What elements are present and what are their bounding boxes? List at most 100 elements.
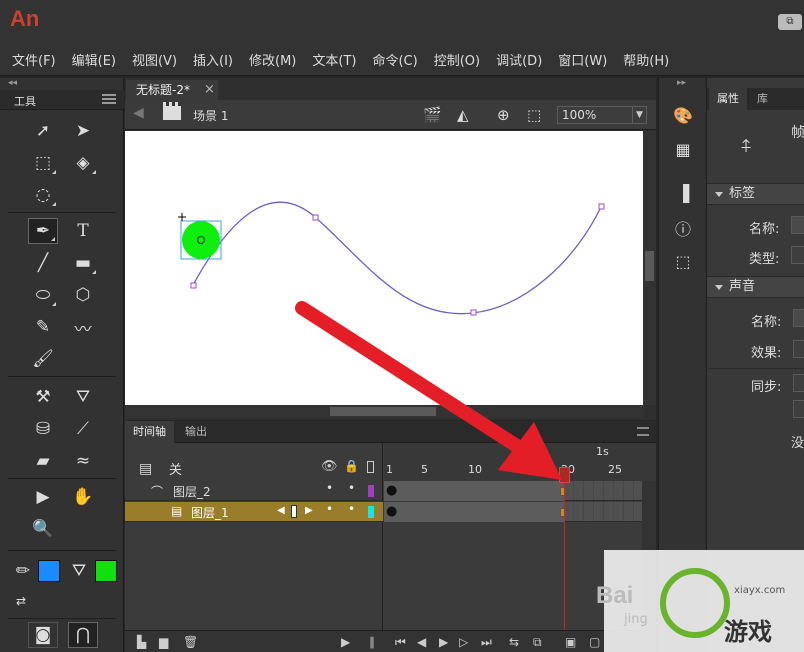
lasso-tool-icon[interactable]: ◌ [28,182,58,208]
camera-icon[interactable]: ▶ [341,635,350,649]
prev-keyframe-icon[interactable]: ◀ [277,505,285,516]
tab-timeline[interactable]: 时间轴 [125,421,174,443]
loop-icon[interactable]: ⇆ [509,635,519,649]
lock-dot[interactable]: • [348,502,355,516]
frames-row[interactable]: ● [384,481,656,501]
bone-tool-icon[interactable]: ⚒ [28,384,58,410]
next-keyframe-icon[interactable]: ▶ [305,505,313,516]
menu-commands[interactable]: 命令(C) [372,50,417,69]
sound-sync-select[interactable] [793,374,804,392]
layer-row[interactable]: ▤ 图层_1 ◀ ▶ • • [125,502,383,522]
zoom-tool-icon[interactable]: 🔍 [28,516,58,542]
pen-tool-icon[interactable]: ✒ [28,218,58,244]
object-drawing-icon[interactable]: ◙ [28,622,58,648]
lock-dot[interactable]: • [348,481,355,495]
first-frame-icon[interactable]: ⏮ [395,635,406,650]
document-tab[interactable]: 无标题-2* × [126,80,218,100]
next-frame-icon[interactable]: ▷ [459,635,468,649]
play-icon[interactable]: ▶ [439,635,448,649]
layer-color-swatch[interactable] [368,506,374,518]
delete-layer-icon[interactable]: 🗑 [183,635,198,649]
menu-view[interactable]: 视图(V) [132,50,177,69]
new-layer-icon[interactable]: ▙ [137,635,146,649]
end-keyframe[interactable] [560,487,566,496]
swap-colors-icon[interactable]: ⇄ [6,588,36,614]
collapse-icon[interactable]: ◂◂ [8,78,17,88]
brush-tool-icon[interactable]: 〰 [68,314,98,340]
ink-bottle-tool-icon[interactable]: ⛁ [28,416,58,442]
polystar-tool-icon[interactable]: ⬡ [68,282,98,308]
horizontal-scrollbar[interactable] [125,405,643,418]
menu-edit[interactable]: 编辑(E) [72,50,116,69]
panel-menu-icon[interactable] [637,427,649,436]
paint-bucket-tool-icon[interactable]: ⛛ [68,384,98,410]
label-name-field[interactable] [791,216,804,234]
tab-library[interactable]: 库 [749,88,776,110]
tab-output[interactable]: 输出 [177,421,215,443]
edit-multiple-frames-icon[interactable]: ▣ [565,635,576,649]
zoom-select[interactable]: 100% ▼ [557,106,647,124]
camera-tool-icon[interactable]: ▶ [28,484,58,510]
color-panel-icon[interactable]: 🎨 [671,104,695,128]
lock-icon[interactable]: 🔒 [344,459,359,473]
menu-modify[interactable]: 修改(M) [249,50,296,69]
oval-tool-icon[interactable]: ⬭ [28,282,58,308]
vertical-scrollbar[interactable] [643,131,656,405]
end-keyframe[interactable] [560,508,566,517]
center-stage-icon[interactable]: ⊕ [497,106,510,124]
paint-brush-tool-icon[interactable]: 🖌 [28,346,58,372]
close-icon[interactable]: × [204,80,215,100]
edit-scene-icon[interactable]: 🎬 [423,106,442,124]
menu-control[interactable]: 控制(O) [434,50,480,69]
outline-icon[interactable] [367,461,374,473]
back-arrow-icon[interactable]: ◀ [133,105,144,121]
menu-text[interactable]: 文本(T) [312,50,356,69]
align-panel-icon[interactable]: ▐ [671,182,695,206]
sound-repeat-select[interactable] [793,400,804,418]
frames-row[interactable]: ● [384,502,656,522]
layer-row[interactable]: ⌒ 图层_2 • • [125,481,383,501]
hand-tool-icon[interactable]: ✋ [68,484,98,510]
frame-span[interactable] [384,481,565,501]
info-panel-icon[interactable]: ⓘ [671,218,695,242]
pencil-tool-icon[interactable]: ✎ [28,314,58,340]
swatches-panel-icon[interactable]: ▦ [671,138,695,162]
visibility-dot[interactable]: • [326,481,333,495]
playhead[interactable] [559,467,570,483]
sound-name-select[interactable] [793,309,804,327]
fill-color-icon[interactable]: ⛛ [64,558,94,584]
keyframe-dot[interactable]: ● [386,504,397,519]
layer-parenting-icon[interactable]: ∥ [369,635,375,649]
snap-magnet-icon[interactable]: ⋂ [68,622,98,648]
section-label-header[interactable]: 标签 [707,183,804,205]
text-tool-icon[interactable]: T [68,218,98,244]
last-frame-icon[interactable]: ⏭ [481,635,492,650]
menu-help[interactable]: 帮助(H) [623,50,669,69]
free-transform-tool-icon[interactable]: ⬚ [28,150,58,176]
menu-window[interactable]: 窗口(W) [558,50,607,69]
onion-outline-icon[interactable]: ▢ [589,635,600,649]
menu-file[interactable]: 文件(F) [12,50,56,69]
rectangle-tool-icon[interactable]: ▬ [68,250,98,276]
stroke-color-swatch[interactable] [38,560,60,582]
panel-menu-icon[interactable] [102,94,116,104]
selection-tool-icon[interactable]: ➚ [28,118,58,144]
clip-stage-icon[interactable]: ⬚ [527,106,541,124]
stroke-color-icon[interactable]: ✏ [8,558,38,584]
width-tool-icon[interactable]: ≈ [68,448,98,474]
collapse-icon[interactable]: ▸▸ [677,78,686,88]
menu-insert[interactable]: 插入(I) [193,50,233,69]
menu-debug[interactable]: 调试(D) [496,50,542,69]
transform-panel-icon[interactable]: ⬚ [671,250,695,274]
window-control-button[interactable]: ⧉ [778,14,802,30]
eye-icon[interactable]: 👁 [321,459,338,474]
fill-color-swatch[interactable] [95,560,117,582]
3d-rotation-tool-icon[interactable]: ◈ [68,150,98,176]
eraser-tool-icon[interactable]: ▰ [28,448,58,474]
frame-span[interactable] [384,502,565,522]
onion-skin-icon[interactable]: ⧉ [533,635,542,650]
prev-frame-icon[interactable]: ◀ [417,635,426,649]
label-type-select[interactable] [791,246,804,264]
layer-color-swatch[interactable] [368,485,374,497]
keyframe-dot[interactable]: ● [386,483,397,498]
